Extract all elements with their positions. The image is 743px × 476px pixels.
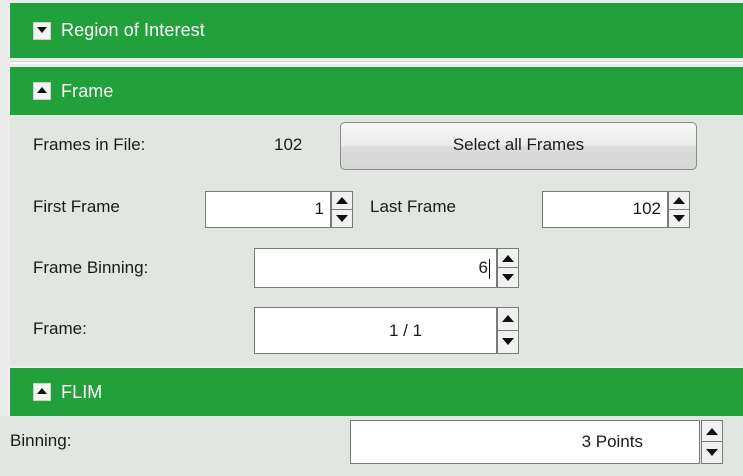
section-divider	[10, 61, 743, 64]
spin-up-icon[interactable]	[497, 248, 519, 268]
last-frame-input[interactable]: 102	[542, 191, 668, 228]
binning-select[interactable]: 3 Points	[350, 420, 700, 464]
collapse-up-icon[interactable]	[33, 383, 51, 401]
spin-up-icon[interactable]	[668, 191, 690, 210]
section-title-roi: Region of Interest	[61, 20, 205, 40]
text-caret	[489, 258, 490, 279]
section-title-flim: FLIM	[61, 381, 103, 402]
frames-in-file-value: 102	[274, 135, 303, 154]
section-header-frame[interactable]: Frame	[10, 67, 743, 115]
select-all-frames-button[interactable]: Select all Frames	[340, 122, 697, 170]
spin-down-icon[interactable]	[497, 268, 519, 288]
frame-binning-input[interactable]: 6	[254, 248, 497, 288]
section-header-roi[interactable]: Region of Interest	[10, 3, 743, 58]
frame-label: Frame:	[33, 319, 87, 338]
section-title-frame: Frame	[61, 80, 114, 101]
section-header-flim[interactable]: FLIM	[10, 368, 743, 416]
frames-in-file-label: Frames in File:	[33, 135, 146, 154]
first-frame-label: First Frame	[33, 197, 120, 216]
first-frame-spinner[interactable]	[331, 191, 353, 228]
spin-up-icon[interactable]	[497, 307, 519, 331]
last-frame-spinner[interactable]	[668, 191, 690, 228]
spin-down-icon[interactable]	[331, 209, 353, 228]
frame-binning-label: Frame Binning:	[33, 258, 149, 277]
frame-binning-value: 6	[478, 258, 488, 277]
binning-label: Binning:	[10, 431, 72, 450]
frame-display[interactable]: 1 / 1	[254, 307, 497, 354]
frame-spinner[interactable]	[497, 307, 519, 354]
binning-spinner[interactable]	[701, 420, 723, 464]
spin-down-icon[interactable]	[497, 330, 519, 354]
spin-up-icon[interactable]	[331, 191, 353, 210]
spin-down-icon[interactable]	[701, 442, 723, 464]
first-frame-input[interactable]: 1	[205, 191, 331, 228]
collapse-up-icon[interactable]	[33, 82, 51, 100]
collapse-down-icon[interactable]	[33, 21, 51, 40]
last-frame-label: Last Frame	[370, 197, 456, 216]
spin-down-icon[interactable]	[668, 209, 690, 228]
frame-binning-spinner[interactable]	[497, 248, 519, 288]
spin-up-icon[interactable]	[701, 420, 723, 442]
